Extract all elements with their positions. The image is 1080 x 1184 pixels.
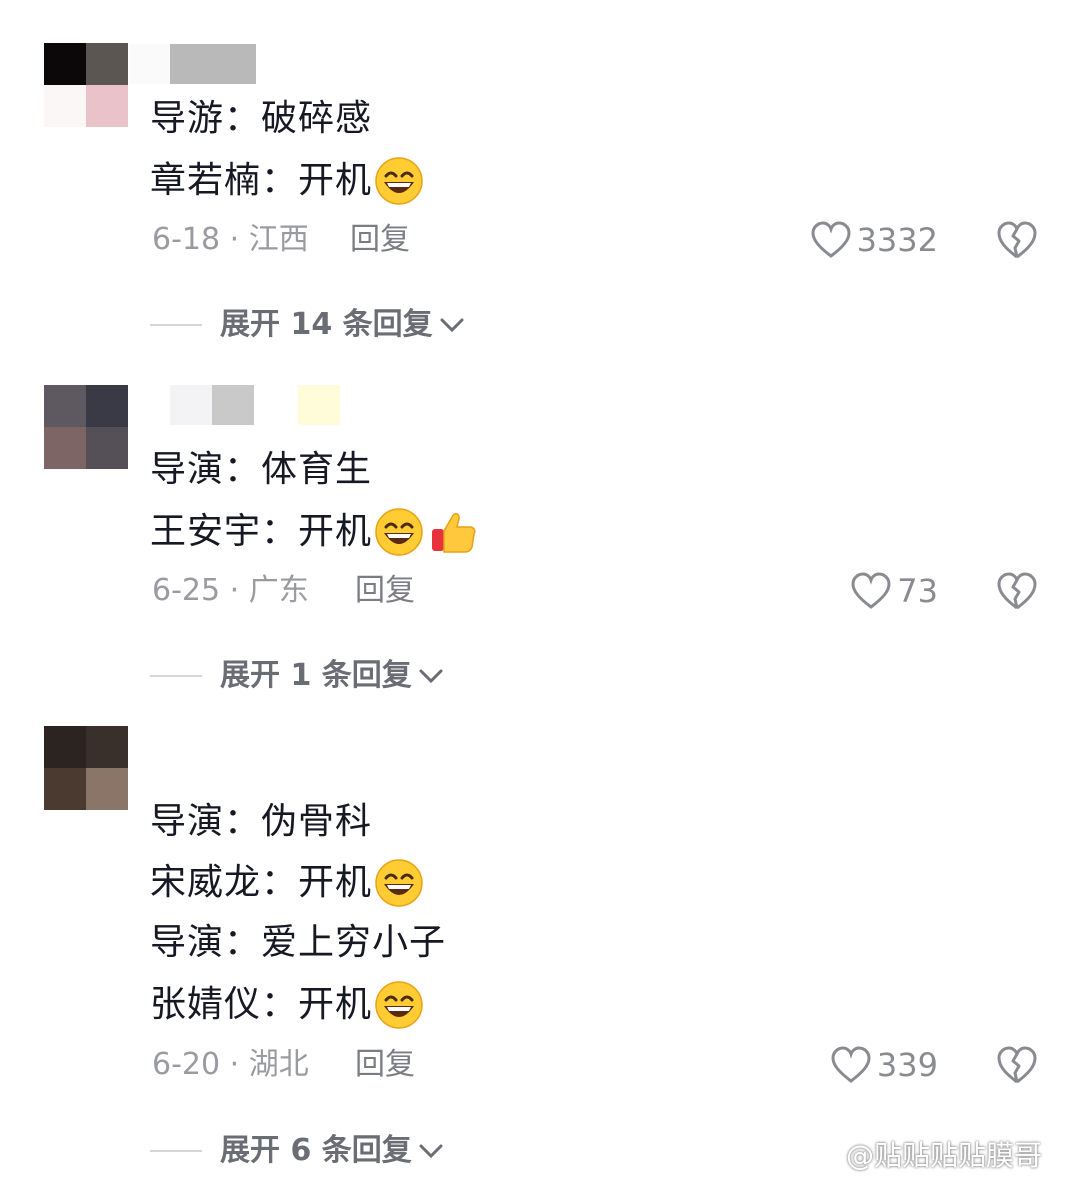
heart-outline-icon <box>851 572 891 609</box>
chevron-down-icon <box>419 1144 443 1159</box>
chevron-down-icon <box>419 669 443 684</box>
avatar[interactable] <box>44 43 128 127</box>
date-location: 6-25 · 广东 <box>152 573 309 608</box>
divider-dash <box>150 675 202 677</box>
comment-line: 章若楠：开机 <box>150 156 424 206</box>
expand-replies-button[interactable]: 展开 14 条回复 <box>150 305 465 345</box>
comment-line: 导演：体育生 <box>150 449 373 490</box>
divider-dash <box>150 1150 202 1152</box>
like-count: 339 <box>876 1046 938 1084</box>
weibo-logo-icon <box>803 1141 840 1169</box>
comment-line: 张婧仪：开机 <box>150 980 424 1030</box>
thumbs-up-emoji <box>432 513 476 553</box>
username-blurred[interactable] <box>130 44 260 84</box>
comment-line: 导游：破碎感 <box>150 98 373 139</box>
comment-line: 宋威龙：开机 <box>150 858 424 908</box>
chevron-down-icon <box>440 318 464 333</box>
heart-outline-icon <box>811 221 851 258</box>
grinning-face-emoji <box>375 157 423 205</box>
grinning-face-emoji <box>375 859 423 907</box>
comment-line: 王安宇：开机 <box>150 507 478 557</box>
heart-outline-icon <box>831 1046 871 1083</box>
broken-heart-icon[interactable] <box>996 571 1038 611</box>
grinning-face-emoji <box>375 508 423 556</box>
watermark: @贴贴贴贴膜哥 <box>802 1134 1042 1174</box>
reply-button[interactable]: 回复 <box>355 571 415 611</box>
divider-dash <box>150 324 202 326</box>
comment-line: 导演：伪骨科 <box>150 801 373 842</box>
like-button[interactable]: 73 <box>851 571 938 611</box>
date-location: 6-18 · 江西 <box>152 222 309 257</box>
like-count: 73 <box>897 572 938 610</box>
broken-heart-icon[interactable] <box>996 220 1038 260</box>
like-count: 3332 <box>856 221 938 259</box>
expand-replies-button[interactable]: 展开 6 条回复 <box>150 1131 444 1171</box>
reply-button[interactable]: 回复 <box>350 220 410 260</box>
avatar[interactable] <box>44 726 128 810</box>
date-location: 6-20 · 湖北 <box>152 1047 309 1082</box>
grinning-face-emoji <box>375 981 423 1029</box>
like-button[interactable]: 3332 <box>811 220 938 260</box>
like-button[interactable]: 339 <box>831 1045 938 1085</box>
broken-heart-icon[interactable] <box>996 1045 1038 1085</box>
comment-line: 导演：爱上穷小子 <box>150 922 447 963</box>
username-blurred[interactable] <box>170 385 350 425</box>
avatar[interactable] <box>44 385 128 469</box>
reply-button[interactable]: 回复 <box>355 1045 415 1085</box>
expand-replies-button[interactable]: 展开 1 条回复 <box>150 656 444 696</box>
